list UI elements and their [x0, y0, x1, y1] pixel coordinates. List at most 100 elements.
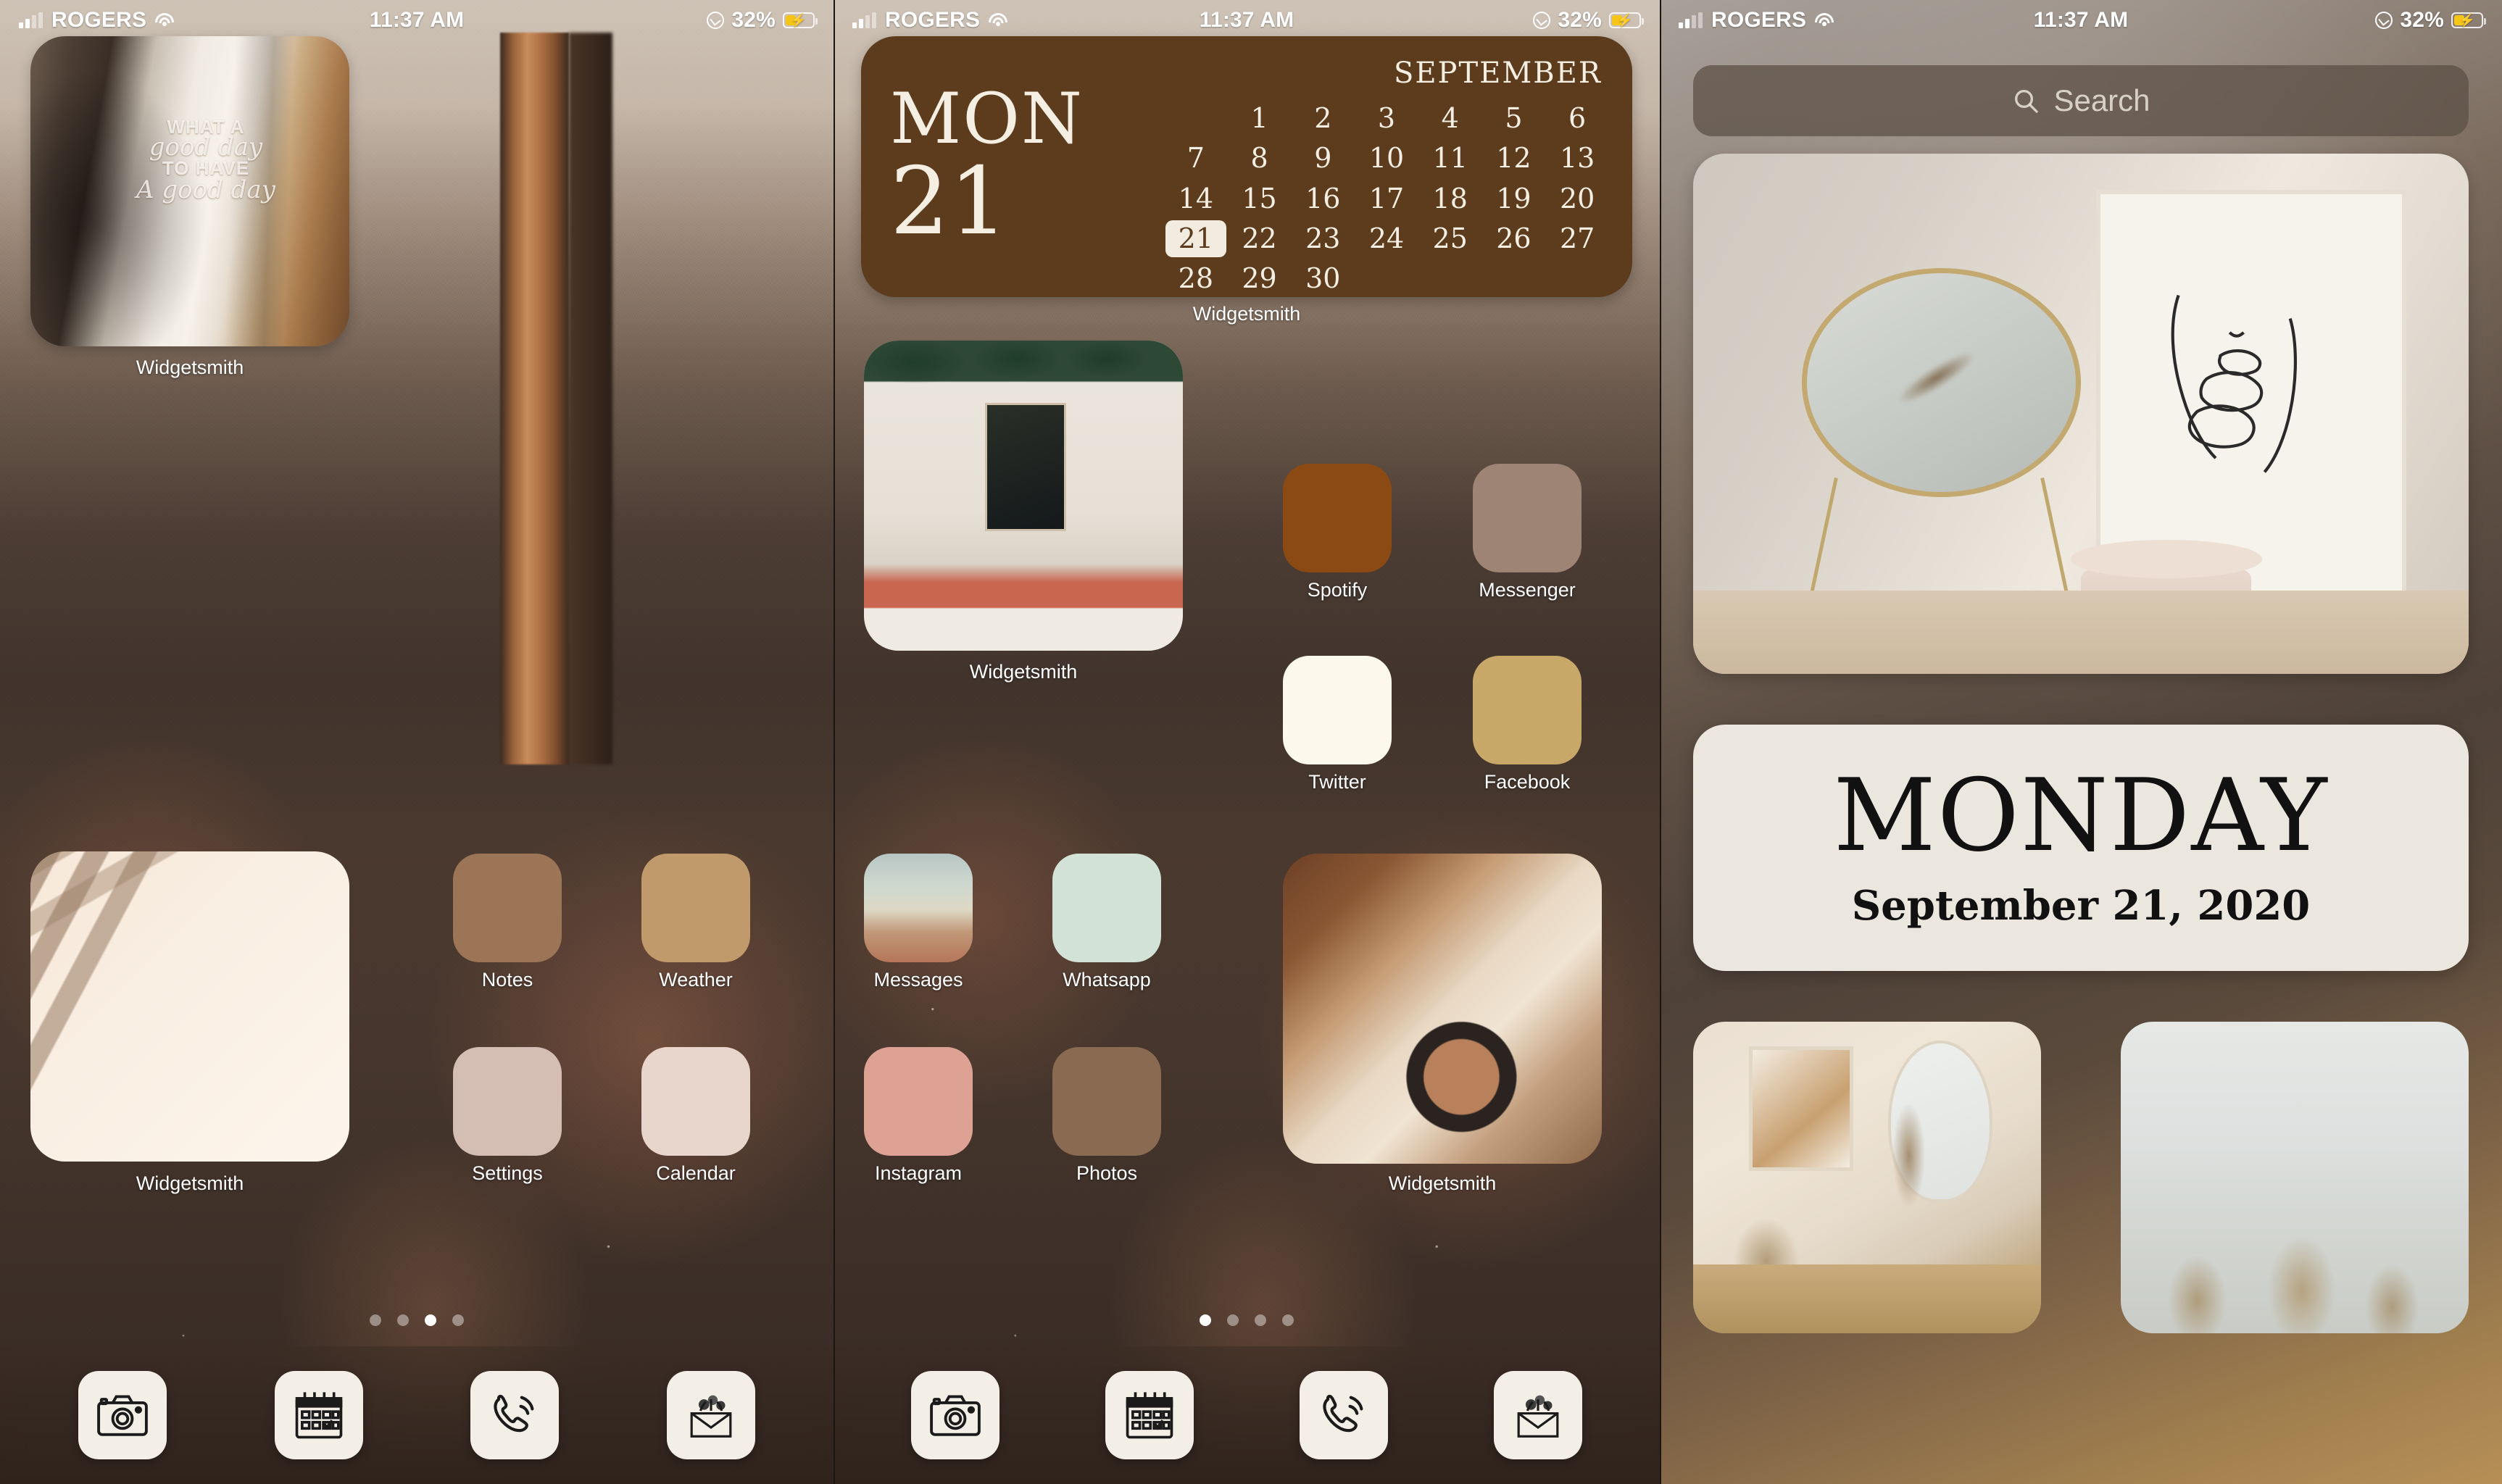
search-icon: [2015, 90, 2039, 113]
page-dot-active[interactable]: [1200, 1314, 1211, 1326]
round-mirror: [1801, 267, 2081, 497]
signal-bars-icon: [852, 12, 876, 28]
search-placeholder: Search: [2053, 83, 2150, 117]
calendar-day-cell: 19: [1496, 182, 1531, 214]
widget-photo-cafe[interactable]: [864, 341, 1183, 651]
camera-icon: [930, 1395, 981, 1436]
panel-divider-2: [1660, 0, 1661, 1484]
widget-caption-photo: Widgetsmith: [136, 357, 244, 378]
widget-photo-grass[interactable]: [2121, 1022, 2469, 1333]
app-icon-twitter[interactable]: Twitter: [1283, 656, 1392, 793]
phone-screen-middle: ROGERS 11:37 AM 32% ⚡ MON 21 SEPTEMBER 1…: [834, 0, 1660, 1484]
page-dot[interactable]: [1227, 1314, 1239, 1326]
location-arrow-icon: [2375, 12, 2393, 29]
app-icon-facebook[interactable]: Facebook: [1473, 656, 1582, 793]
carrier-label: ROGERS: [1711, 8, 1807, 32]
wifi-icon: [1815, 13, 1834, 28]
coffee-cup-image: [1283, 854, 1602, 1164]
calendar-day-cell: 7: [1186, 142, 1205, 175]
calendar-day-cell: 26: [1496, 222, 1531, 254]
wifi-icon: [989, 13, 1008, 28]
calendar-day-cell: 8: [1250, 142, 1268, 175]
calendar-day-cell: 18: [1432, 182, 1468, 214]
instagram-icon: [864, 1047, 973, 1156]
app-icon-messages[interactable]: Messages: [864, 854, 973, 991]
dock-item-camera[interactable]: [911, 1371, 999, 1459]
app-icon-weather[interactable]: Weather: [641, 854, 750, 991]
widget-date-monday[interactable]: MONDAY September 21, 2020: [1693, 725, 2469, 971]
widget-calendar[interactable]: MON 21 SEPTEMBER 1 2 3 4 5 6 7 8 9 10 11 12 13 14 15 16…: [861, 36, 1632, 297]
page-indicator-left[interactable]: [0, 1314, 834, 1326]
calendar-icon: [295, 1392, 343, 1439]
app-label-photos: Photos: [1076, 1162, 1138, 1184]
calendar-day-cell: 13: [1559, 142, 1595, 175]
calendar-day-cell: 22: [1242, 222, 1277, 254]
page-dot[interactable]: [397, 1314, 409, 1326]
app-icon-spotify[interactable]: Spotify: [1283, 464, 1392, 601]
phone-icon: [1323, 1394, 1363, 1433]
weather-icon: [641, 854, 750, 962]
calendar-day-cell: 25: [1432, 222, 1468, 254]
page-dot[interactable]: [370, 1314, 381, 1326]
status-bar-middle: ROGERS 11:37 AM 32% ⚡: [834, 0, 1660, 41]
calendar-day-cell: 17: [1368, 182, 1405, 214]
location-arrow-icon: [707, 12, 725, 29]
settings-icon: [453, 1047, 562, 1156]
app-icon-settings[interactable]: Settings: [453, 1047, 562, 1185]
mail-flowers-icon: [1517, 1395, 1559, 1438]
battery-charging-icon: ⚡: [2451, 12, 2486, 28]
line-art-face-icon: [2171, 294, 2298, 473]
calendar-day-name: MON: [890, 78, 1084, 159]
search-bar[interactable]: Search: [1693, 65, 2469, 136]
carrier-label: ROGERS: [885, 8, 981, 32]
dock-item-camera[interactable]: [78, 1371, 167, 1459]
dock-middle: [834, 1346, 1660, 1484]
widget-photo-mirror[interactable]: WHAT A good day TO HAVE A good day: [30, 36, 349, 346]
dock-item-phone[interactable]: [470, 1371, 560, 1459]
dock-item-calendar[interactable]: [274, 1371, 363, 1459]
location-arrow-icon: [1533, 12, 1551, 29]
app-label-facebook: Facebook: [1484, 771, 1571, 793]
app-icon-whatsapp[interactable]: Whatsapp: [1052, 854, 1161, 991]
app-icon-photos[interactable]: Photos: [1052, 1047, 1161, 1185]
calendar-big-date: MON 21: [890, 52, 1129, 281]
cafe-interior-image: [864, 341, 1183, 651]
palm-shadow-image: [30, 851, 349, 1162]
page-dot[interactable]: [452, 1314, 464, 1326]
widget-caption-calendar: Widgetsmith: [1192, 303, 1301, 325]
app-icon-notes[interactable]: Notes: [453, 854, 562, 991]
app-icon-calendar[interactable]: Calendar: [641, 1047, 750, 1185]
dock-item-mail[interactable]: [666, 1371, 755, 1459]
widget-photo-shelf[interactable]: [1693, 1022, 2041, 1333]
room-interior-image: [1693, 154, 2469, 674]
widget-photo-palm[interactable]: [30, 851, 349, 1162]
widget-caption-palm: Widgetsmith: [136, 1172, 244, 1194]
app-label-instagram: Instagram: [874, 1162, 963, 1184]
app-icon-messenger[interactable]: Messenger: [1473, 464, 1582, 601]
panel-divider-1: [834, 0, 835, 1484]
pampas-reflection: [1832, 280, 2040, 477]
app-icon-instagram[interactable]: Instagram: [864, 1047, 973, 1185]
phone-screen-right: ROGERS 11:37 AM 32% ⚡ Search MONDAY Sept…: [1660, 0, 2502, 1484]
clock-label: 11:37 AM: [369, 8, 465, 32]
page-dot[interactable]: [1282, 1314, 1294, 1326]
shelf-interior-image: [1693, 1022, 2041, 1333]
page-indicator-middle[interactable]: [834, 1314, 1660, 1326]
calendar-day-cell: 1: [1250, 102, 1268, 134]
page-dot[interactable]: [1255, 1314, 1266, 1326]
wallpaper-gold-frame: [500, 33, 569, 764]
wifi-icon: [155, 13, 175, 28]
dock-item-calendar[interactable]: [1105, 1371, 1194, 1459]
dock-item-phone[interactable]: [1300, 1371, 1388, 1459]
battery-percent-label: 32%: [1558, 8, 1602, 32]
calendar-day-cell: 20: [1559, 182, 1595, 214]
widget-photo-room[interactable]: [1693, 154, 2469, 674]
clock-label: 11:37 AM: [1199, 8, 1294, 32]
battery-percent-label: 32%: [731, 8, 776, 32]
calendar-day-cell: 11: [1432, 142, 1468, 175]
widget-photo-coffee[interactable]: [1283, 854, 1602, 1164]
monday-date-label: September 21, 2020: [1851, 882, 2311, 930]
dock-item-mail[interactable]: [1494, 1371, 1582, 1459]
shelf-framed-art: [1748, 1046, 1853, 1172]
page-dot-active[interactable]: [425, 1314, 436, 1326]
